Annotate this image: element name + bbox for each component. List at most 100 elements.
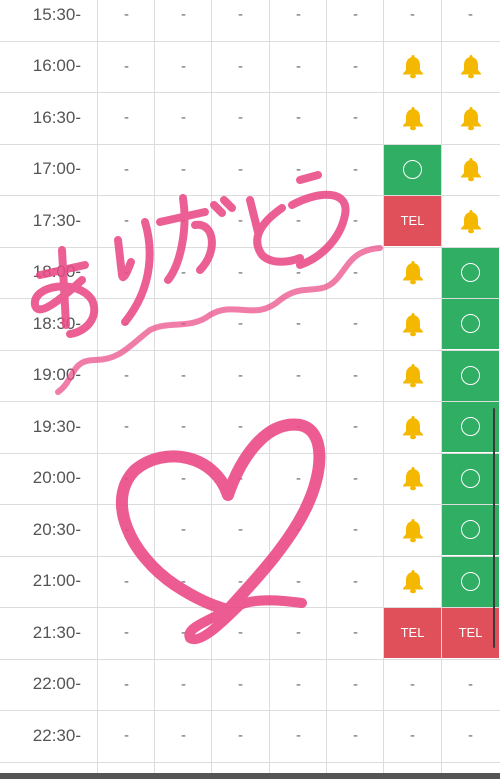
slot-unavailable: -	[238, 6, 243, 24]
slot-unavailable: -	[353, 57, 358, 75]
slot-unavailable: -	[296, 624, 301, 642]
slot-unavailable: -	[181, 727, 186, 745]
time-label: 22:00-	[32, 674, 81, 694]
circle-icon	[461, 314, 480, 334]
slot-available[interactable]	[384, 143, 441, 195]
slot-unavailable: -	[296, 6, 301, 24]
table-row: 22:00- - - - - - - -	[0, 659, 500, 710]
bell-icon[interactable]	[384, 401, 441, 452]
slot-tel[interactable]: TEL	[384, 607, 441, 659]
slot-unavailable: -	[238, 727, 243, 745]
slot-unavailable: -	[124, 624, 129, 642]
slot-tel[interactable]: TEL	[384, 195, 441, 247]
slot-unavailable: -	[353, 366, 358, 384]
slot-unavailable: -	[353, 624, 358, 642]
circle-icon	[461, 365, 480, 385]
slot-available[interactable]	[442, 452, 499, 504]
row-divider	[0, 298, 500, 300]
bell-icon[interactable]	[442, 41, 499, 92]
slot-available[interactable]	[442, 401, 499, 453]
slot-unavailable: -	[296, 263, 301, 281]
row-divider	[0, 92, 500, 94]
slot-tel[interactable]: TEL	[442, 607, 499, 659]
time-label: 19:00-	[32, 365, 81, 385]
scrollbar[interactable]	[493, 408, 495, 648]
bell-icon[interactable]	[384, 298, 441, 349]
slot-unavailable: -	[181, 315, 186, 333]
time-label: 16:00-	[32, 56, 81, 76]
slot-available[interactable]	[442, 246, 499, 298]
table-row: 22:30- - - - - - - -	[0, 710, 500, 761]
slot-unavailable: -	[296, 727, 301, 745]
slot-unavailable: -	[353, 418, 358, 436]
slot-unavailable: -	[296, 469, 301, 487]
column-divider	[97, 0, 98, 779]
slot-unavailable: -	[238, 160, 243, 178]
bell-icon[interactable]	[384, 556, 441, 607]
row-divider	[0, 349, 500, 351]
time-label: 19:30-	[32, 416, 81, 436]
table-row: 20:30- - - - - -	[0, 504, 500, 556]
bell-icon[interactable]	[384, 41, 441, 92]
row-divider	[0, 555, 500, 557]
slot-unavailable: -	[353, 469, 358, 487]
bell-icon[interactable]	[384, 504, 441, 555]
table-row: 18:00- - - - - -	[0, 246, 500, 298]
slot-available[interactable]	[442, 349, 499, 401]
table-row: 15:30- - - - - - - -	[0, 0, 500, 40]
slot-unavailable: -	[410, 6, 415, 24]
slot-available[interactable]	[442, 504, 499, 556]
slot-unavailable: -	[181, 675, 186, 693]
slot-unavailable: -	[296, 160, 301, 178]
bell-icon[interactable]	[442, 144, 499, 195]
slot-unavailable: -	[181, 418, 186, 436]
bell-icon[interactable]	[384, 92, 441, 143]
slot-unavailable: -	[181, 160, 186, 178]
bell-icon[interactable]	[442, 92, 499, 143]
circle-icon	[461, 468, 480, 488]
slot-unavailable: -	[238, 109, 243, 127]
table-row: 17:00- - - - - -	[0, 143, 500, 195]
time-label: 20:30-	[32, 519, 81, 539]
slot-unavailable: -	[353, 727, 358, 745]
slot-available[interactable]	[442, 298, 499, 350]
slot-unavailable: -	[238, 315, 243, 333]
slot-unavailable: -	[238, 675, 243, 693]
slot-unavailable: -	[296, 109, 301, 127]
row-divider	[0, 761, 500, 763]
slot-available[interactable]	[442, 555, 499, 607]
slot-unavailable: -	[353, 263, 358, 281]
slot-unavailable: -	[238, 263, 243, 281]
row-divider	[0, 401, 500, 403]
slot-unavailable: -	[468, 675, 473, 693]
slot-unavailable: -	[181, 366, 186, 384]
circle-icon	[461, 417, 480, 437]
time-label: 18:30-	[32, 313, 81, 333]
table-row: 21:30- - - - - - TEL TEL	[0, 607, 500, 659]
slot-unavailable: -	[238, 418, 243, 436]
slot-unavailable: -	[124, 315, 129, 333]
row-divider	[0, 710, 500, 712]
slot-unavailable: -	[124, 160, 129, 178]
time-label: 21:30-	[32, 622, 81, 642]
slot-unavailable: -	[124, 212, 129, 230]
bell-icon[interactable]	[384, 350, 441, 401]
slot-unavailable: -	[353, 572, 358, 590]
time-label: 21:00-	[32, 571, 81, 591]
slot-unavailable: -	[238, 212, 243, 230]
slot-unavailable: -	[124, 263, 129, 281]
row-divider	[0, 658, 500, 660]
circle-icon	[461, 520, 480, 540]
row-divider	[0, 607, 500, 609]
slot-unavailable: -	[238, 469, 243, 487]
slot-unavailable: -	[181, 521, 186, 539]
column-divider	[383, 0, 384, 779]
column-divider	[154, 0, 155, 779]
bell-icon[interactable]	[442, 195, 499, 246]
slot-unavailable: -	[124, 521, 129, 539]
slot-unavailable: -	[181, 109, 186, 127]
bell-icon[interactable]	[384, 247, 441, 298]
bell-icon[interactable]	[384, 453, 441, 504]
slot-unavailable: -	[124, 6, 129, 24]
slot-unavailable: -	[353, 315, 358, 333]
